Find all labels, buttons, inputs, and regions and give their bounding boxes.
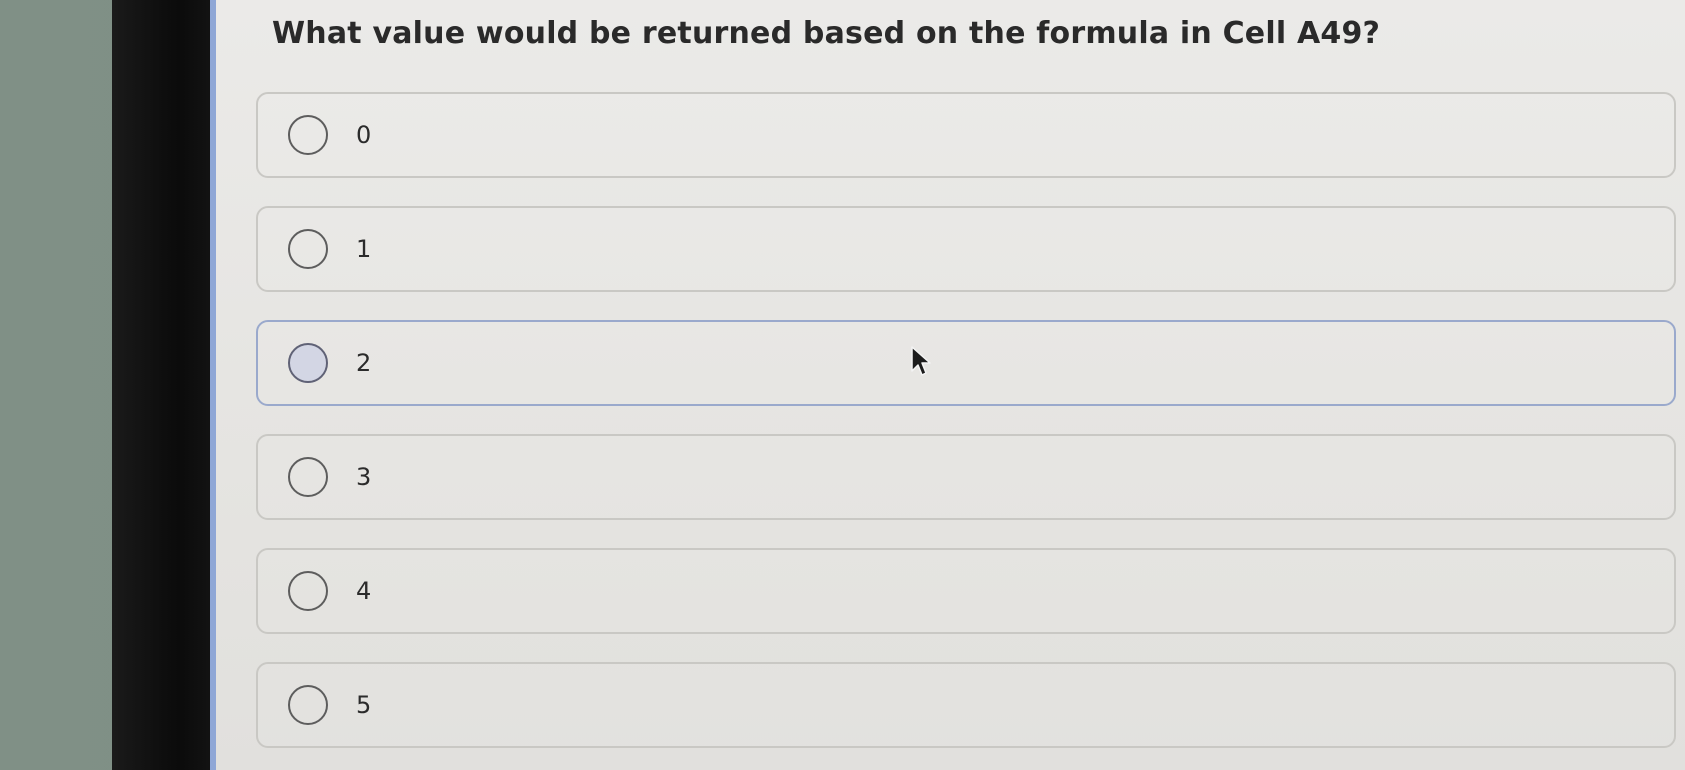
mouse-pointer-icon xyxy=(911,346,931,376)
answer-option-4[interactable]: 4 xyxy=(256,548,1676,634)
answer-label: 4 xyxy=(356,577,372,605)
answer-label: 2 xyxy=(356,349,372,377)
radio-circle-icon[interactable] xyxy=(288,343,328,383)
answer-option-3[interactable]: 3 xyxy=(256,434,1676,520)
answer-option-5[interactable]: 5 xyxy=(256,662,1676,748)
radio-circle-icon[interactable] xyxy=(288,115,328,155)
answer-label: 3 xyxy=(356,463,372,491)
radio-circle-icon[interactable] xyxy=(288,457,328,497)
answer-options: 0 1 2 3 4 5 xyxy=(256,92,1676,770)
answer-option-1[interactable]: 1 xyxy=(256,206,1676,292)
photo-backdrop: What value would be returned based on th… xyxy=(0,0,1685,770)
answer-label: 0 xyxy=(356,121,372,149)
radio-circle-icon[interactable] xyxy=(288,685,328,725)
answer-label: 5 xyxy=(356,691,372,719)
answer-option-2[interactable]: 2 xyxy=(256,320,1676,406)
radio-circle-icon[interactable] xyxy=(288,229,328,269)
radio-circle-icon[interactable] xyxy=(288,571,328,611)
monitor-bezel xyxy=(112,0,222,770)
answer-option-0[interactable]: 0 xyxy=(256,92,1676,178)
question-text: What value would be returned based on th… xyxy=(272,16,1381,51)
answer-label: 1 xyxy=(356,235,372,263)
quiz-screen: What value would be returned based on th… xyxy=(210,0,1685,770)
